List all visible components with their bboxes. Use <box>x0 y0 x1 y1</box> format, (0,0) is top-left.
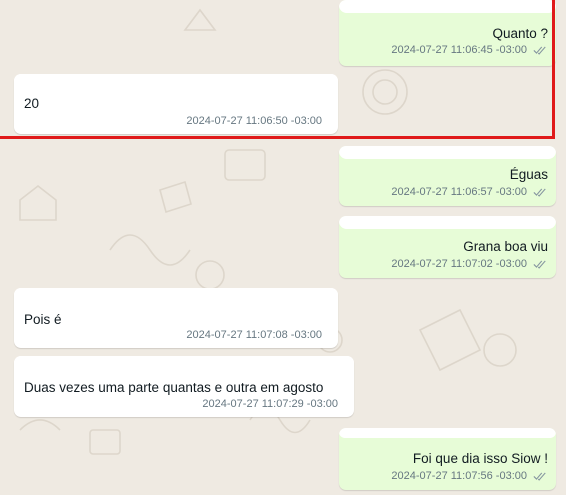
message-meta: 2024-07-27 11:06:57 -03:00 <box>391 186 547 198</box>
message-text: Quanto ? <box>492 26 548 41</box>
message-timestamp: 2024-07-27 11:07:08 -03:00 <box>186 329 322 341</box>
double-check-icon <box>533 472 546 481</box>
redacted-sender <box>14 74 338 87</box>
message-text: Foi que dia isso Siow ! <box>412 451 548 466</box>
message-text: Duas vezes uma parte quantas e outra em … <box>24 380 324 395</box>
message-bubble-outgoing[interactable]: Éguas 2024-07-27 11:06:57 -03:00 <box>339 146 556 206</box>
message-timestamp: 2024-07-27 11:06:45 -03:00 <box>391 44 527 56</box>
message-text: Grana boa viu <box>463 239 548 254</box>
double-check-icon <box>533 46 546 55</box>
message-bubble-incoming[interactable]: Duas vezes uma parte quantas e outra em … <box>14 356 354 417</box>
message-bubble-outgoing[interactable]: Foi que dia isso Siow ! 2024-07-27 11:07… <box>339 428 556 490</box>
message-timestamp: 2024-07-27 11:07:29 -03:00 <box>202 398 338 410</box>
redacted-sender <box>339 428 556 438</box>
redacted-sender <box>339 216 556 229</box>
redacted-sender <box>14 356 354 369</box>
double-check-icon <box>533 188 546 197</box>
message-meta: 2024-07-27 11:07:02 -03:00 <box>391 258 547 270</box>
message-timestamp: 2024-07-27 11:06:50 -03:00 <box>186 115 322 127</box>
message-text: Pois é <box>24 312 62 327</box>
message-bubble-incoming[interactable]: 20 2024-07-27 11:06:50 -03:00 <box>14 74 338 134</box>
message-bubble-outgoing[interactable]: Quanto ? 2024-07-27 11:06:45 -03:00 <box>339 0 556 66</box>
message-timestamp: 2024-07-27 11:06:57 -03:00 <box>391 186 527 198</box>
double-check-icon <box>533 260 546 269</box>
message-bubble-outgoing[interactable]: Grana boa viu 2024-07-27 11:07:02 -03:00 <box>339 216 556 278</box>
message-timestamp: 2024-07-27 11:07:56 -03:00 <box>391 470 527 482</box>
redacted-sender <box>14 288 338 301</box>
message-meta: 2024-07-27 11:07:56 -03:00 <box>391 470 547 482</box>
message-text: Éguas <box>509 167 548 182</box>
redacted-sender <box>339 0 556 13</box>
message-timestamp: 2024-07-27 11:07:02 -03:00 <box>391 258 527 270</box>
message-text: 20 <box>24 96 40 111</box>
redacted-sender <box>339 146 556 159</box>
message-bubble-incoming[interactable]: Pois é 2024-07-27 11:07:08 -03:00 <box>14 288 338 348</box>
message-meta: 2024-07-27 11:06:45 -03:00 <box>391 44 547 56</box>
